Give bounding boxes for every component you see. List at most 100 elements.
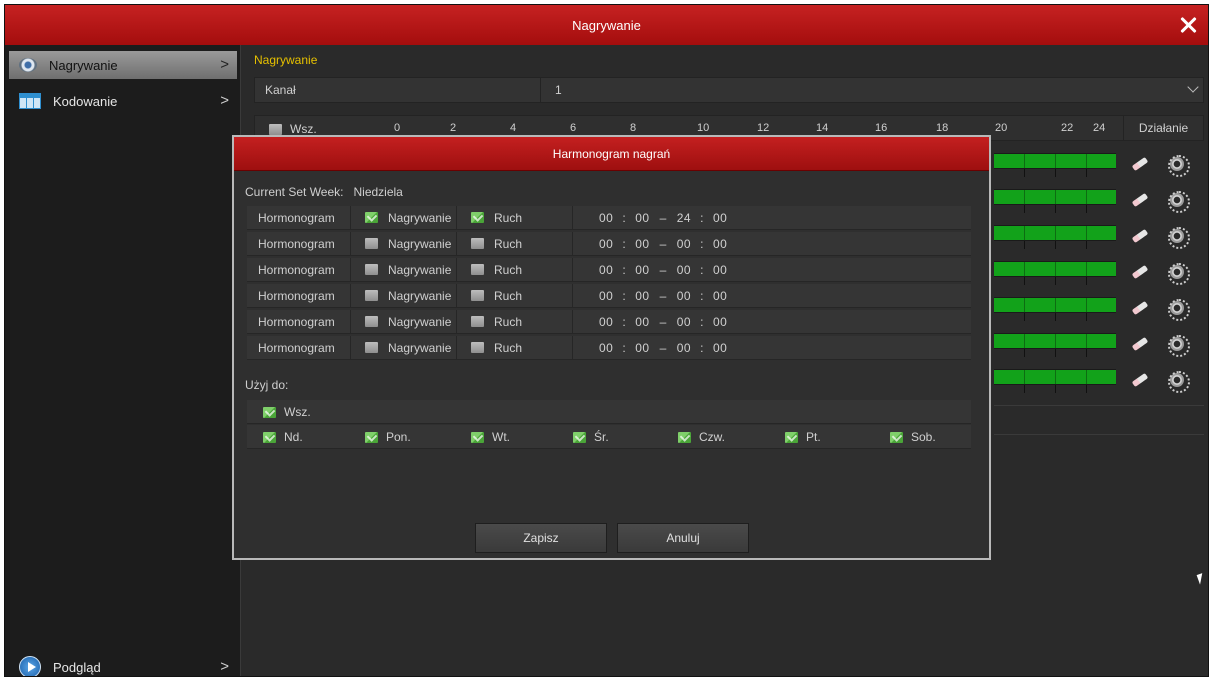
dash: –	[659, 314, 667, 329]
motion-checkbox[interactable]: Ruch	[457, 284, 573, 307]
start-hour[interactable]: 00	[599, 211, 613, 225]
record-checkbox[interactable]: Nagrywanie	[351, 232, 457, 255]
eraser-icon[interactable]	[1131, 156, 1149, 172]
start-minute[interactable]: 00	[635, 237, 649, 251]
time-range-input[interactable]: 00:00–00:00	[573, 258, 971, 281]
channel-select[interactable]: Kanał 1	[254, 77, 1204, 103]
time-range-input[interactable]: 00:00–00:00	[573, 310, 971, 333]
eraser-icon[interactable]	[1131, 300, 1149, 316]
start-hour[interactable]: 00	[599, 237, 613, 251]
gear-icon[interactable]	[1168, 299, 1190, 321]
day-checkbox-czw[interactable]: Czw.	[678, 430, 725, 444]
apply-days-row: Nd. Pon. Wt. Śr. Czw. Pt. Sob.	[247, 425, 971, 449]
start-minute[interactable]: 00	[635, 289, 649, 303]
end-hour[interactable]: 00	[677, 315, 691, 329]
schedule-bar[interactable]	[994, 189, 1116, 213]
motion-checkbox[interactable]: Ruch	[457, 336, 573, 359]
end-hour[interactable]: 00	[677, 237, 691, 251]
gear-icon[interactable]	[1168, 335, 1190, 357]
day-checkbox-wt[interactable]: Wt.	[471, 430, 510, 444]
schedule-row: Hormonogram Nagrywanie Ruch 00:00–00:00	[247, 310, 971, 334]
eraser-icon[interactable]	[1131, 192, 1149, 208]
schedule-bar[interactable]	[994, 225, 1116, 249]
encoding-grid-icon	[19, 93, 41, 109]
schedule-bar[interactable]	[994, 153, 1116, 177]
time-range-input[interactable]: 00:00–24:00	[573, 206, 971, 229]
chevron-right-icon: >	[220, 658, 229, 675]
close-icon[interactable]	[1176, 13, 1200, 37]
save-button[interactable]: Zapisz	[475, 523, 607, 553]
motion-checkbox[interactable]: Ruch	[457, 206, 573, 229]
end-hour[interactable]: 00	[677, 341, 691, 355]
gear-icon[interactable]	[1168, 371, 1190, 393]
cancel-button[interactable]: Anuluj	[617, 523, 749, 553]
record-label: Nagrywanie	[388, 236, 452, 251]
motion-checkbox[interactable]: Ruch	[457, 232, 573, 255]
motion-checkbox[interactable]: Ruch	[457, 310, 573, 333]
day-checkbox-nd[interactable]: Nd.	[263, 430, 303, 444]
start-hour[interactable]: 00	[599, 263, 613, 277]
end-minute[interactable]: 00	[713, 289, 727, 303]
eraser-icon[interactable]	[1131, 228, 1149, 244]
schedule-bar[interactable]	[994, 261, 1116, 285]
gear-icon[interactable]	[1168, 191, 1190, 213]
apply-all-row: Wsz.	[247, 400, 971, 424]
gear-icon[interactable]	[1168, 155, 1190, 177]
eraser-icon[interactable]	[1131, 264, 1149, 280]
gear-icon[interactable]	[1168, 263, 1190, 285]
eraser-icon[interactable]	[1131, 336, 1149, 352]
start-hour[interactable]: 00	[599, 289, 613, 303]
end-hour[interactable]: 24	[677, 211, 691, 225]
day-label: Sob.	[911, 430, 936, 444]
schedule-bar[interactable]	[994, 369, 1116, 393]
motion-checkbox[interactable]: Ruch	[457, 258, 573, 281]
end-hour[interactable]: 00	[677, 289, 691, 303]
record-checkbox[interactable]: Nagrywanie	[351, 336, 457, 359]
checkbox-icon	[365, 290, 378, 301]
end-minute[interactable]: 00	[713, 237, 727, 251]
start-minute[interactable]: 00	[635, 341, 649, 355]
end-minute[interactable]: 00	[713, 211, 727, 225]
select-all-checkbox[interactable]: Wsz.	[269, 122, 317, 136]
end-hour[interactable]: 00	[677, 263, 691, 277]
day-checkbox-pon[interactable]: Pon.	[365, 430, 411, 444]
record-checkbox[interactable]: Nagrywanie	[351, 284, 457, 307]
checkbox-icon	[365, 316, 378, 327]
start-minute[interactable]: 00	[635, 263, 649, 277]
apply-to-label: Użyj do:	[245, 378, 289, 392]
sidebar-item-label: Nagrywanie	[49, 57, 118, 73]
day-checkbox-sr[interactable]: Śr.	[573, 430, 609, 444]
checkbox-checked-icon	[263, 431, 276, 443]
week-label: Current Set Week:	[245, 185, 344, 199]
day-checkbox-pt[interactable]: Pt.	[785, 430, 821, 444]
day-label: Śr.	[594, 430, 609, 444]
window-title: Nagrywanie	[572, 17, 641, 33]
sidebar-item-nagrywanie[interactable]: Nagrywanie >	[9, 51, 237, 79]
gear-icon[interactable]	[1168, 227, 1190, 249]
colon: :	[700, 262, 704, 277]
start-hour[interactable]: 00	[599, 315, 613, 329]
sidebar-item-podglad[interactable]: Podgląd >	[9, 653, 237, 676]
time-range-input[interactable]: 00:00–00:00	[573, 284, 971, 307]
colon: :	[700, 340, 704, 355]
dash: –	[659, 210, 667, 225]
end-minute[interactable]: 00	[713, 263, 727, 277]
apply-all-checkbox[interactable]: Wsz.	[263, 405, 311, 419]
time-range-input[interactable]: 00:00–00:00	[573, 232, 971, 255]
end-minute[interactable]: 00	[713, 315, 727, 329]
start-hour[interactable]: 00	[599, 341, 613, 355]
record-checkbox[interactable]: Nagrywanie	[351, 206, 457, 229]
checkbox-checked-icon	[263, 406, 276, 418]
day-checkbox-sob[interactable]: Sob.	[890, 430, 936, 444]
schedule-bar[interactable]	[994, 333, 1116, 357]
record-checkbox[interactable]: Nagrywanie	[351, 310, 457, 333]
schedule-bar[interactable]	[994, 297, 1116, 321]
end-minute[interactable]: 00	[713, 341, 727, 355]
sidebar-item-kodowanie[interactable]: Kodowanie >	[9, 87, 237, 115]
checkbox-checked-icon	[471, 212, 484, 223]
eraser-icon[interactable]	[1131, 372, 1149, 388]
time-range-input[interactable]: 00:00–00:00	[573, 336, 971, 359]
start-minute[interactable]: 00	[635, 211, 649, 225]
start-minute[interactable]: 00	[635, 315, 649, 329]
record-checkbox[interactable]: Nagrywanie	[351, 258, 457, 281]
